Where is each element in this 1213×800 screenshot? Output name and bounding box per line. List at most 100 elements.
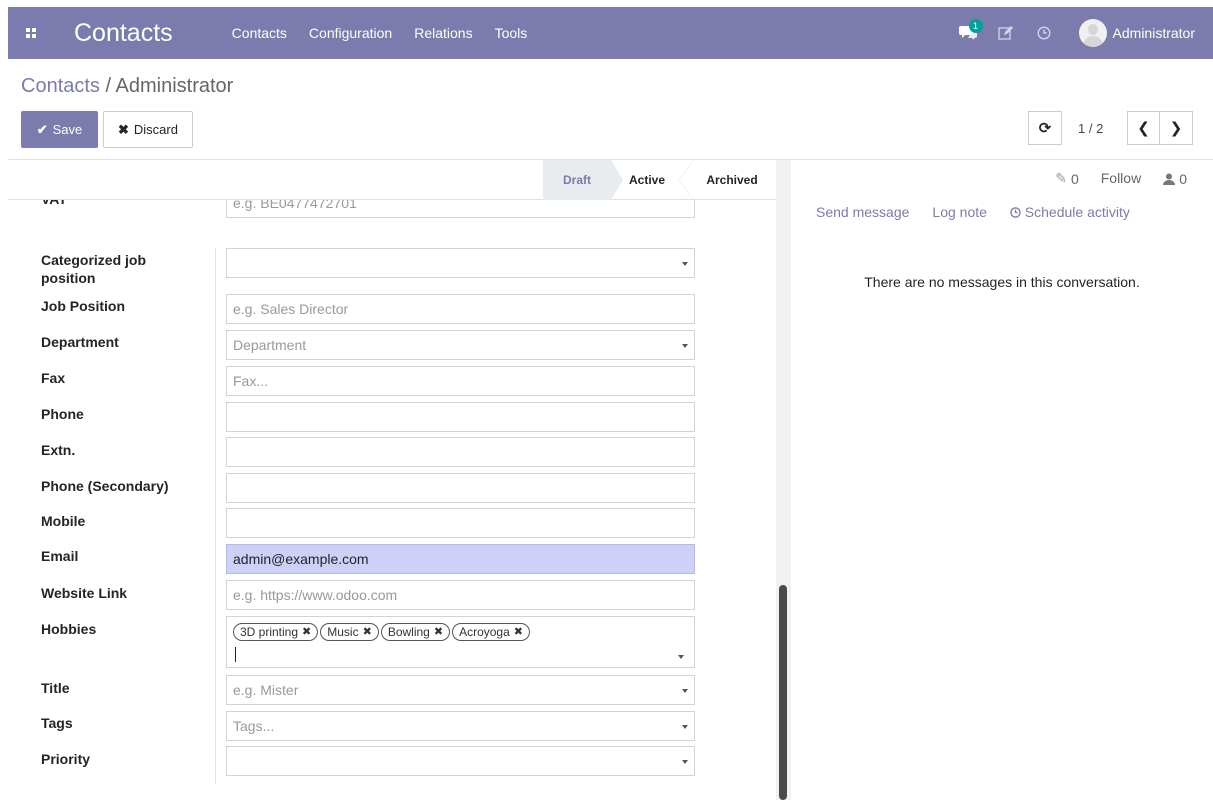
activity-clock-icon[interactable]	[1025, 7, 1063, 59]
form-scrollbar-thumb[interactable]	[779, 585, 787, 800]
website-label: Website Link	[41, 585, 128, 601]
navbar-systray: 1 Administrator	[949, 7, 1213, 59]
text-caret	[235, 647, 236, 662]
tags-label: Tags	[41, 715, 73, 731]
fax-input[interactable]: Fax...	[226, 366, 695, 396]
remove-tag-icon[interactable]: ✖	[514, 624, 523, 640]
email-value: admin@example.com	[233, 551, 369, 567]
extn-label: Extn.	[41, 442, 76, 458]
message-count-badge: 1	[968, 19, 983, 33]
schedule-activity-label: Schedule activity	[1024, 204, 1130, 220]
user-icon	[1163, 173, 1176, 185]
chevron-left-icon: ❮	[1137, 120, 1150, 137]
job-position-placeholder: e.g. Sales Director	[233, 301, 349, 317]
extn-input[interactable]	[226, 437, 695, 467]
hobby-tag-label: Bowling	[387, 625, 430, 639]
fax-placeholder: Fax...	[233, 373, 269, 389]
breadcrumb: Contacts / Administrator	[21, 75, 233, 98]
stage-archived[interactable]: Archived	[688, 160, 776, 200]
phone-secondary-input[interactable]	[226, 473, 695, 503]
apps-menu-icon[interactable]	[8, 7, 54, 59]
title-select[interactable]: e.g. Mister	[226, 675, 695, 705]
phone-label: Phone	[41, 406, 84, 422]
department-label: Department	[41, 334, 119, 350]
job-position-label: Job Position	[41, 298, 125, 314]
title-label: Title	[41, 680, 70, 696]
stage-active[interactable]: Active	[611, 160, 693, 200]
status-bar: Draft Active Archived	[8, 160, 776, 200]
app-brand[interactable]: Contacts	[74, 19, 173, 48]
user-name: Administrator	[1112, 25, 1195, 41]
top-navbar: Contacts Contacts Configuration Relation…	[8, 7, 1213, 59]
save-button[interactable]: ✔ Save	[21, 111, 98, 148]
menu-relations[interactable]: Relations	[403, 7, 483, 59]
remove-tag-icon[interactable]: ✖	[302, 624, 311, 640]
messaging-icon[interactable]: 1	[949, 7, 987, 59]
tags-select[interactable]: Tags...	[226, 711, 695, 741]
job-position-input[interactable]: e.g. Sales Director	[226, 294, 695, 324]
pager-previous-button[interactable]: ❮	[1127, 111, 1159, 145]
remove-tag-icon[interactable]: ✖	[434, 624, 443, 640]
department-select[interactable]: Department	[226, 330, 695, 360]
stage-draft[interactable]: Draft	[543, 160, 623, 200]
chatter-panel: ✎ 0 Follow 0 Send message Log note Sched…	[791, 160, 1213, 800]
mobile-label: Mobile	[41, 513, 86, 529]
chevron-right-icon: ❯	[1169, 120, 1183, 137]
hobby-tag: Bowling ✖	[380, 623, 451, 641]
phone-secondary-label: Phone (Secondary)	[41, 478, 169, 494]
hobby-tag: 3D printing ✖	[233, 623, 319, 641]
paperclip-icon: ✎	[1055, 170, 1067, 186]
send-message-button[interactable]: Send message	[816, 204, 909, 220]
attachments-count: 0	[1070, 170, 1079, 187]
hobby-tag-label: Acroyoga	[459, 625, 510, 639]
title-placeholder: e.g. Mister	[233, 682, 299, 698]
user-avatar	[1078, 19, 1107, 47]
email-label: Email	[41, 548, 79, 564]
log-note-button[interactable]: Log note	[932, 204, 987, 220]
mobile-input[interactable]	[226, 508, 695, 538]
edit-note-icon[interactable]	[987, 7, 1025, 59]
priority-select[interactable]	[226, 746, 695, 776]
empty-conversation-text: There are no messages in this conversati…	[864, 274, 1140, 290]
discard-button-label: Discard	[133, 122, 178, 137]
breadcrumb-separator: /	[99, 75, 116, 97]
pager-next-button[interactable]: ❯	[1159, 111, 1193, 145]
department-placeholder: Department	[233, 337, 307, 353]
breadcrumb-parent[interactable]: Contacts	[21, 75, 100, 97]
priority-label: Priority	[41, 751, 91, 767]
chatter-actions: Send message Log note Schedule activity	[816, 204, 1130, 220]
close-icon: ✖	[118, 121, 129, 137]
categorized-job-select[interactable]	[226, 248, 695, 278]
follow-button[interactable]: Follow	[1101, 170, 1141, 187]
save-button-label: Save	[52, 122, 83, 137]
clock-icon	[1010, 207, 1021, 218]
form-label-separator	[215, 248, 216, 784]
menu-tools[interactable]: Tools	[484, 7, 539, 59]
phone-input[interactable]	[226, 402, 695, 432]
reload-button[interactable]: ⟳	[1028, 111, 1062, 145]
menu-contacts[interactable]: Contacts	[221, 7, 298, 59]
remove-tag-icon[interactable]: ✖	[363, 624, 372, 640]
form-sheet: Draft Active Archived VAT e.g. BE0477472…	[8, 160, 776, 800]
categorized-job-label: Categorized job position	[41, 252, 147, 286]
hobbies-tags-input[interactable]: 3D printing ✖ Music ✖ Bowling ✖ Acroyoga ✖	[226, 616, 695, 668]
user-menu[interactable]: Administrator	[1063, 7, 1213, 59]
hobbies-tag-list: 3D printing ✖ Music ✖ Bowling ✖ Acroyoga ✖	[233, 623, 530, 641]
menu-configuration[interactable]: Configuration	[298, 7, 403, 59]
website-input[interactable]: e.g. https://www.odoo.com	[226, 580, 695, 610]
website-placeholder: e.g. https://www.odoo.com	[233, 587, 398, 603]
followers-button[interactable]: 0	[1163, 170, 1187, 187]
breadcrumb-current: Administrator	[115, 75, 234, 97]
followers-count: 0	[1179, 170, 1187, 187]
hobby-tag: Music ✖	[320, 623, 379, 641]
discard-button[interactable]: ✖ Discard	[103, 111, 193, 148]
refresh-icon: ⟳	[1038, 120, 1052, 137]
hobby-tag: Acroyoga ✖	[452, 623, 530, 641]
hobby-tag-label: Music	[327, 625, 359, 639]
check-icon: ✔	[36, 121, 48, 137]
pager-value[interactable]: 1 / 2	[1078, 121, 1103, 136]
chatter-topbar: ✎ 0 Follow 0	[1055, 170, 1187, 187]
schedule-activity-button[interactable]: Schedule activity	[1010, 204, 1130, 220]
email-input[interactable]: admin@example.com	[226, 544, 695, 574]
attachments-button[interactable]: ✎ 0	[1055, 170, 1079, 187]
